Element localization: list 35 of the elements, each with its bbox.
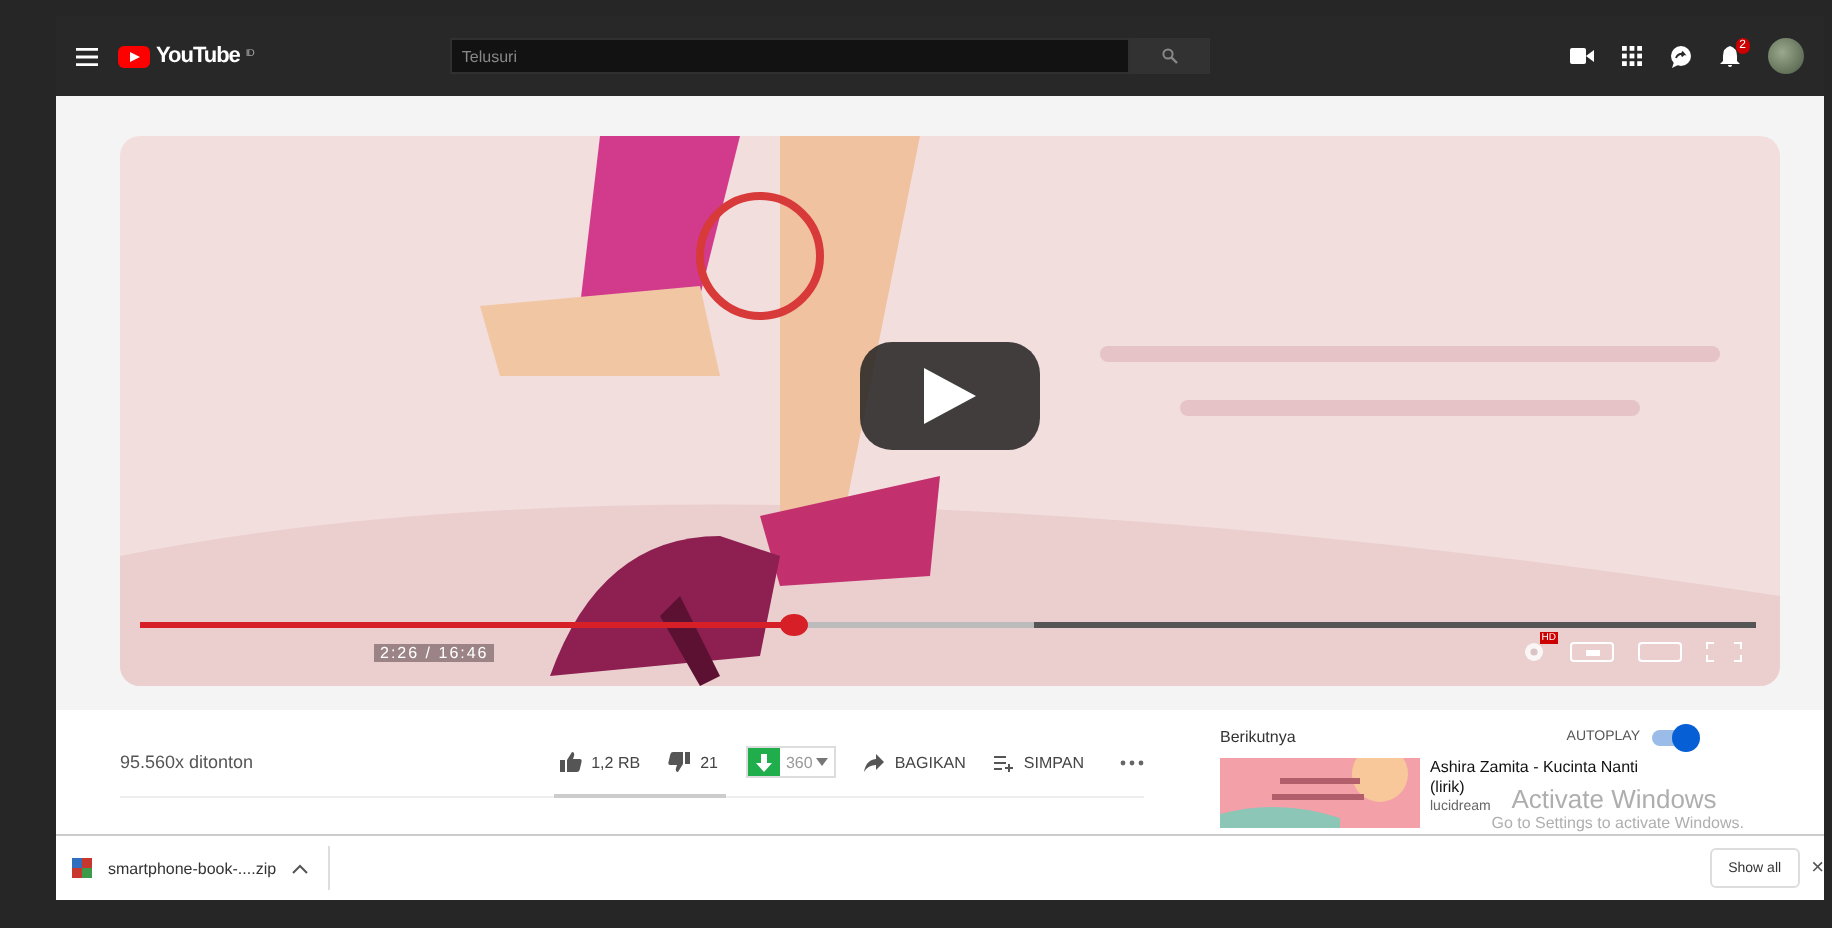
download-button[interactable] bbox=[747, 748, 780, 776]
thumbs-up-icon bbox=[559, 752, 582, 772]
search-field[interactable]: Telusuri bbox=[449, 38, 1130, 74]
dislike-button[interactable]: 21 bbox=[668, 752, 718, 772]
more-icon[interactable] bbox=[1120, 759, 1144, 765]
play-icon bbox=[924, 368, 976, 424]
video-camera-icon[interactable] bbox=[1570, 48, 1594, 64]
save-button[interactable]: SIMPAN bbox=[993, 753, 1084, 771]
share-icon bbox=[864, 753, 885, 771]
apps-grid-icon[interactable] bbox=[1622, 46, 1642, 66]
autoplay-toggle[interactable] bbox=[1652, 729, 1696, 745]
up-next-heading: Berikutnya bbox=[1220, 728, 1296, 746]
thumbs-down-icon bbox=[668, 752, 691, 772]
logo-icon[interactable] bbox=[118, 45, 150, 67]
chat-bubble-icon[interactable] bbox=[1670, 45, 1692, 67]
avatar[interactable] bbox=[1768, 38, 1804, 74]
view-count: 95.560x ditonton bbox=[120, 752, 254, 772]
search-icon bbox=[1161, 48, 1178, 64]
play-button[interactable] bbox=[860, 342, 1040, 450]
notifications-button[interactable] bbox=[1720, 45, 1740, 67]
activation-hint: Go to Settings to activate Windows. bbox=[1491, 814, 1744, 832]
activation-notice: Activate Windows bbox=[1511, 784, 1717, 814]
download-icon bbox=[755, 753, 772, 771]
playlist-add-icon bbox=[993, 753, 1014, 771]
close-button[interactable]: × bbox=[1799, 856, 1824, 880]
time-display: 2:26 / 16:46 bbox=[374, 643, 495, 661]
like-button[interactable]: 1,2 RB bbox=[559, 752, 641, 772]
archive-icon bbox=[72, 858, 92, 878]
settings-button[interactable] bbox=[1522, 640, 1546, 664]
share-button[interactable]: BAGIKAN bbox=[864, 753, 966, 771]
logo-text[interactable]: YouTube bbox=[156, 44, 240, 68]
caret-icon bbox=[816, 758, 829, 766]
menu-icon[interactable] bbox=[76, 47, 98, 65]
caret-icon bbox=[292, 863, 309, 873]
download-item[interactable]: smartphone-book-....zip bbox=[72, 846, 331, 890]
